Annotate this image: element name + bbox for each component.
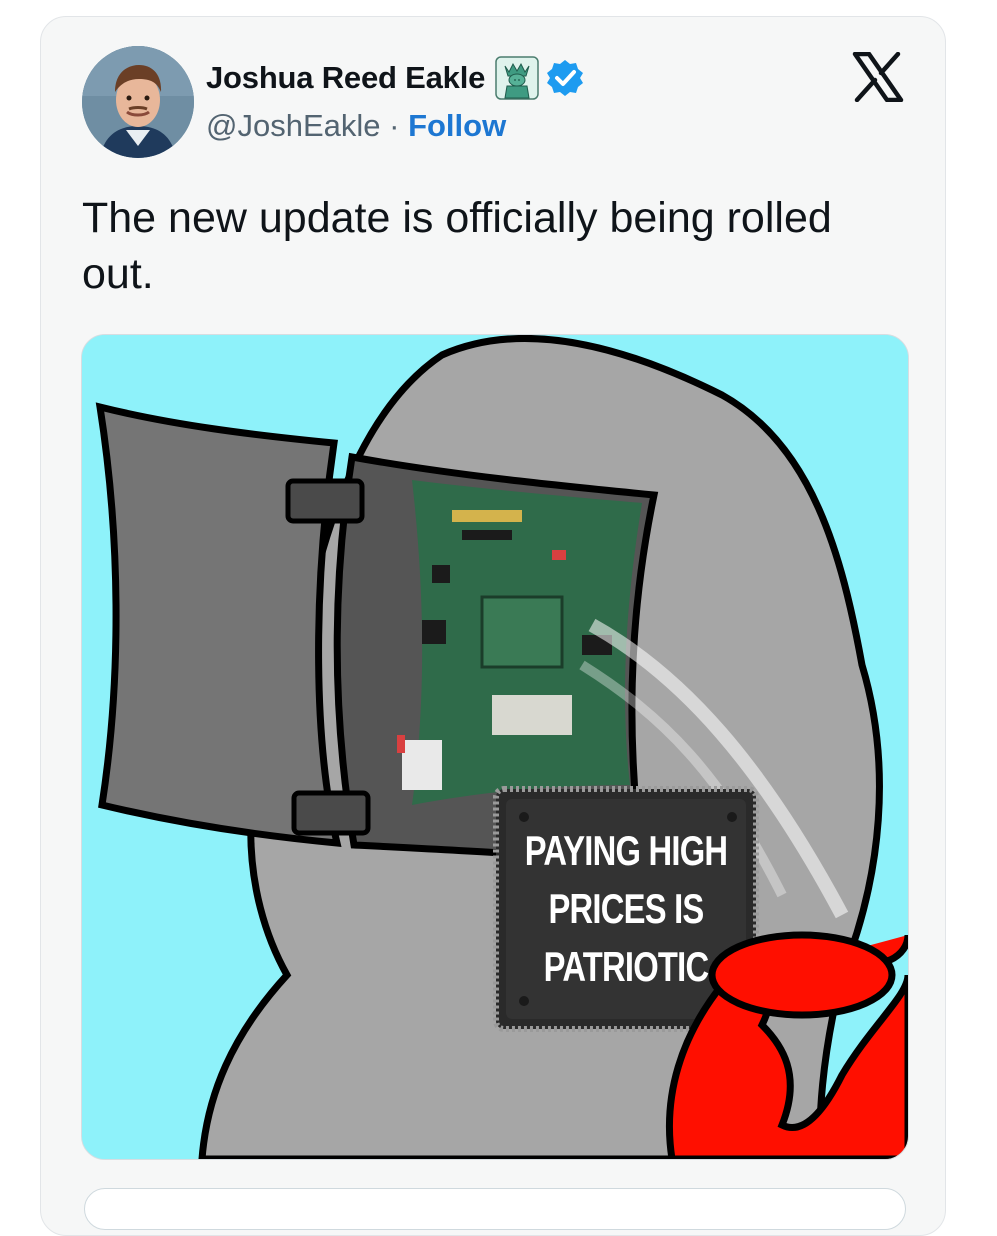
statue-of-liberty-icon bbox=[495, 56, 539, 100]
follow-button[interactable]: Follow bbox=[408, 108, 506, 143]
avatar[interactable] bbox=[82, 46, 194, 158]
chip-line-2: PRICES IS bbox=[548, 885, 704, 932]
x-logo-icon[interactable] bbox=[852, 51, 904, 103]
chip-label: PAYING HIGH PRICES IS PATRIOTIC bbox=[496, 789, 756, 1029]
author-name-row: Joshua Reed Eakle bbox=[206, 54, 585, 102]
author-display-name[interactable]: Joshua Reed Eakle bbox=[206, 60, 485, 96]
handle-separator: · bbox=[380, 108, 409, 143]
author-handle-row: @JoshEakle · Follow bbox=[206, 108, 506, 144]
verified-badge-icon bbox=[545, 58, 585, 98]
tweet-text: The new update is officially being rolle… bbox=[82, 194, 832, 298]
chip-line-1: PAYING HIGH bbox=[524, 827, 728, 874]
chip-line-3: PATRIOTIC bbox=[543, 943, 709, 990]
head-panel-door bbox=[95, 402, 342, 847]
tweet-media-image[interactable]: PAYING HIGH PRICES IS PATRIOTIC bbox=[81, 334, 909, 1160]
meme-illustration bbox=[82, 335, 908, 1159]
tweet-bottom-bar[interactable] bbox=[84, 1188, 906, 1230]
author-handle[interactable]: @JoshEakle bbox=[206, 108, 381, 143]
